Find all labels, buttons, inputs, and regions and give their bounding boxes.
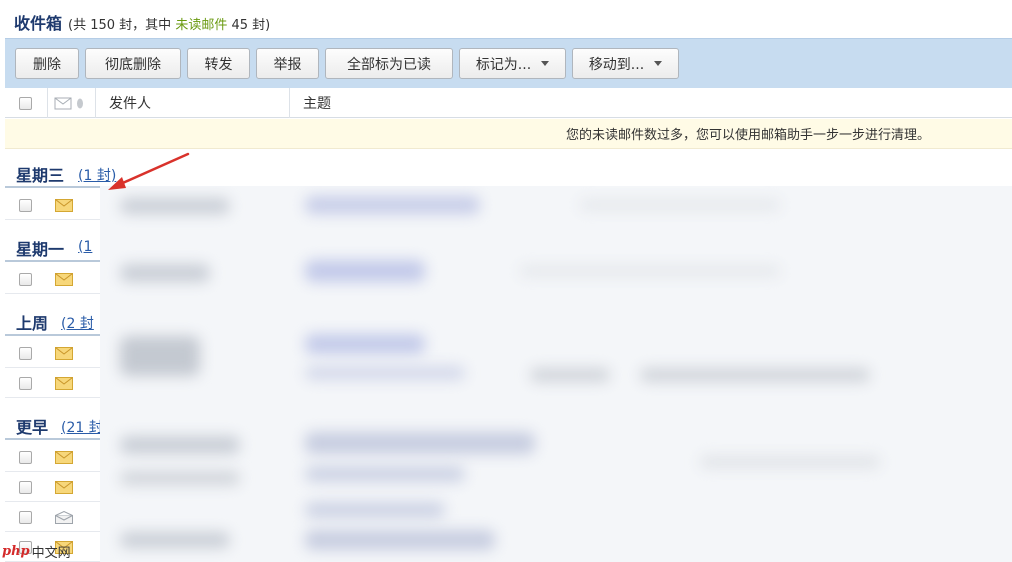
blurred-preview xyxy=(580,200,780,210)
group-count-link[interactable]: (2 封 xyxy=(61,313,94,333)
blurred-subject xyxy=(305,334,425,354)
move-to-label: 移动到... xyxy=(588,56,645,73)
blurred-subject xyxy=(305,466,465,482)
watermark-logo: php 中文网 xyxy=(2,542,71,561)
blurred-sender xyxy=(120,336,200,376)
row-checkbox[interactable] xyxy=(19,199,32,212)
mail-row[interactable] xyxy=(5,338,101,368)
blurred-sender xyxy=(120,471,240,485)
unread-envelope-icon xyxy=(55,273,73,286)
group-name: 更早 xyxy=(16,418,49,437)
blurred-preview xyxy=(530,368,610,382)
row-checkbox[interactable] xyxy=(19,377,32,390)
unread-envelope-icon xyxy=(55,481,73,494)
envelope-attachment-icon xyxy=(54,97,83,110)
delete-permanent-button[interactable]: 彻底删除 xyxy=(85,48,181,79)
blurred-preview xyxy=(640,368,870,382)
blurred-sender xyxy=(120,436,240,454)
blurred-subject xyxy=(305,502,445,518)
mail-row[interactable] xyxy=(5,190,101,220)
blurred-subject xyxy=(305,432,535,454)
blurred-sender xyxy=(120,198,230,214)
blurred-subject xyxy=(305,530,495,550)
mail-row[interactable] xyxy=(5,264,101,294)
unread-envelope-icon xyxy=(55,199,73,212)
group-count-link[interactable]: (21 封 xyxy=(61,417,103,437)
unread-envelope-icon xyxy=(55,347,73,360)
mail-row[interactable] xyxy=(5,502,101,532)
summary-prefix: (共 150 封，其中 xyxy=(68,18,172,33)
blurred-preview xyxy=(700,456,880,468)
status-column-icons[interactable] xyxy=(54,88,90,118)
watermark-brand: php xyxy=(2,544,30,559)
subject-column-header[interactable]: 主题 xyxy=(303,88,331,118)
column-divider xyxy=(289,88,290,118)
blurred-preview xyxy=(520,266,780,276)
mail-row[interactable] xyxy=(5,442,101,472)
mark-as-dropdown[interactable]: 标记为... xyxy=(459,48,566,79)
unread-notice: 您的未读邮件数过多，您可以使用邮箱助手一步一步进行清理。 xyxy=(5,119,1012,149)
sender-column-header[interactable]: 发件人 xyxy=(109,88,151,118)
blurred-subject xyxy=(305,196,480,214)
unread-mail-link[interactable]: 未读邮件 xyxy=(175,18,227,33)
mail-row[interactable] xyxy=(5,368,101,398)
read-envelope-icon xyxy=(55,511,73,524)
blurred-sender xyxy=(120,264,210,282)
page-title: 收件箱 xyxy=(14,14,63,33)
column-divider xyxy=(95,88,96,118)
toolbar: 删除 彻底删除 转发 举报 全部标为已读 标记为... 移动到... xyxy=(5,38,1012,88)
blurred-subject xyxy=(305,366,465,380)
row-checkbox[interactable] xyxy=(19,481,32,494)
mark-as-label: 标记为... xyxy=(475,56,532,73)
row-checkbox[interactable] xyxy=(19,451,32,464)
group-count-link[interactable]: (1 xyxy=(78,239,92,255)
notice-text: 您的未读邮件数过多，您可以使用邮箱助手一步一步进行清理。 xyxy=(566,128,931,143)
column-header: 发件人 主题 xyxy=(5,88,1012,118)
mark-all-read-button[interactable]: 全部标为已读 xyxy=(325,48,453,79)
mailbox-summary: (共 150 封，其中 未读邮件 45 封) xyxy=(68,14,270,33)
blurred-subject xyxy=(305,260,425,282)
summary-suffix: 45 封) xyxy=(231,18,271,33)
chevron-down-icon xyxy=(654,61,663,66)
group-name: 上周 xyxy=(16,314,49,333)
row-checkbox[interactable] xyxy=(19,347,32,360)
chevron-down-icon xyxy=(541,61,550,66)
group-header-earlier: 更早 (21 封 xyxy=(5,408,103,440)
move-to-dropdown[interactable]: 移动到... xyxy=(572,48,679,79)
group-name: 星期一 xyxy=(16,240,65,259)
group-header-last-week: 上周 (2 封 xyxy=(5,304,101,336)
select-all-checkbox[interactable] xyxy=(19,96,32,110)
select-all-cell xyxy=(19,88,32,118)
report-button[interactable]: 举报 xyxy=(256,48,319,79)
mail-row[interactable] xyxy=(5,472,101,502)
group-header-wednesday: 星期三 (1 封) xyxy=(5,156,116,188)
column-divider xyxy=(47,88,48,118)
row-checkbox[interactable] xyxy=(19,511,32,524)
row-checkbox[interactable] xyxy=(19,273,32,286)
delete-button[interactable]: 删除 xyxy=(15,48,79,79)
mailbox-header: 收件箱 (共 150 封，其中 未读邮件 45 封) xyxy=(14,10,270,34)
blurred-sender xyxy=(120,532,230,548)
blurred-mail-list xyxy=(100,186,1012,562)
forward-button[interactable]: 转发 xyxy=(187,48,250,79)
unread-envelope-icon xyxy=(55,377,73,390)
group-name: 星期三 xyxy=(16,166,65,185)
group-header-monday: 星期一 (1 xyxy=(5,230,101,262)
unread-envelope-icon xyxy=(55,451,73,464)
watermark-text: 中文网 xyxy=(31,546,71,561)
annotation-arrow-icon xyxy=(108,152,190,190)
